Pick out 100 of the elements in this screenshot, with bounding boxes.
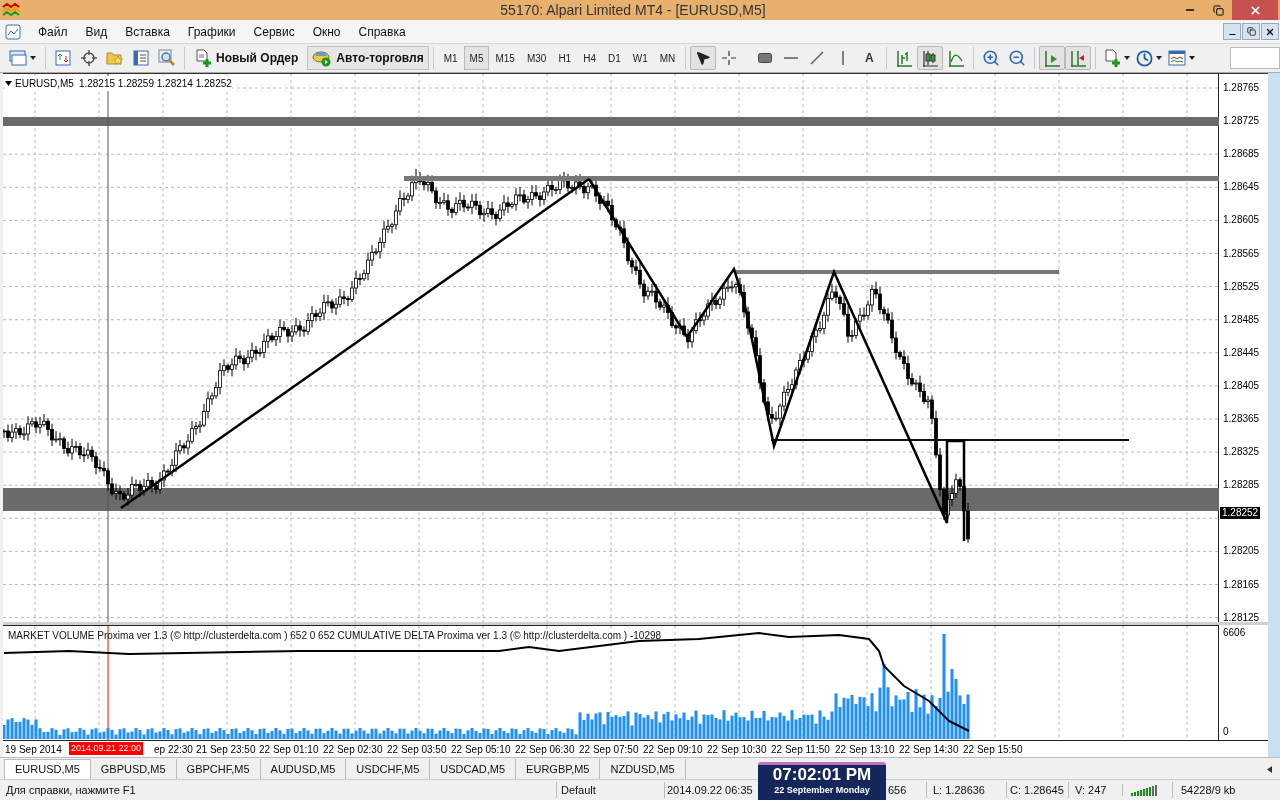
status-time: 2014.09.22 06:35 [664, 781, 754, 799]
timeframe-button[interactable]: D1 [601, 46, 627, 70]
menu-item[interactable]: Окно [303, 22, 350, 41]
time-label: 19 Sep 2014 [5, 743, 62, 757]
folder-star-icon [106, 50, 124, 66]
cursor-icon [695, 50, 712, 66]
windows-icon [9, 50, 27, 66]
close-icon [1248, 3, 1262, 17]
time-label: 22 Sep 05:10 [451, 743, 511, 757]
chart-scroll-button[interactable] [1039, 46, 1066, 70]
timeframe-button[interactable]: W1 [626, 46, 654, 70]
timeframe-button[interactable]: M30 [520, 46, 553, 70]
window-title: 55170: Alpari Limited MT4 - [EURUSD,M5] [499, 0, 766, 20]
menu-item[interactable]: Вид [76, 22, 117, 41]
drawing-tool-button[interactable] [690, 46, 717, 70]
trend-line-icon [810, 51, 825, 65]
zoom-in-icon [982, 49, 1001, 67]
menu-item[interactable]: Файл [29, 22, 77, 41]
collapse-triangle-icon [5, 81, 12, 86]
menu-item[interactable]: Справка [349, 22, 415, 41]
new-order-button[interactable]: Новый Ордер [189, 46, 304, 70]
price-label: 1.28325 [1223, 446, 1260, 459]
timeframe-button[interactable]: H1 [552, 46, 578, 70]
zoom-out-icon [1008, 49, 1027, 67]
arrows-icon [55, 50, 71, 66]
time-label: 22 Sep 15:50 [963, 743, 1023, 757]
status-close: C: 1.28645 [1006, 781, 1068, 799]
price-label: 1.28605 [1223, 214, 1260, 227]
magnifier-icon [158, 49, 176, 67]
document-plus-icon [194, 49, 212, 67]
price-label: 1.28525 [1223, 280, 1260, 293]
auto-trading-button[interactable]: Авто-торговля [307, 46, 429, 70]
line-chart-icon [948, 49, 965, 67]
status-value: 656 [887, 782, 908, 798]
indicator-scale-label: 6606 [1223, 627, 1247, 639]
price-label: 1.28445 [1223, 346, 1260, 359]
price-label: 1.28125 [1223, 611, 1260, 624]
menu-item[interactable]: Сервис [244, 22, 304, 41]
child-close-button[interactable] [1261, 23, 1279, 40]
chart-tab[interactable]: EURUSD,M5 [4, 759, 91, 779]
status-profile: Default [556, 781, 664, 799]
bar-chart-icon [896, 49, 913, 67]
caret-icon [1156, 56, 1163, 60]
price-label: 1.28725 [1223, 115, 1260, 128]
document-plus-icon [1103, 49, 1122, 67]
timeframe-button[interactable]: M5 [463, 46, 490, 70]
indicator-scale-label: 0 [1223, 726, 1230, 738]
search-field[interactable] [1230, 47, 1280, 69]
app-logo-icon [2, 2, 20, 18]
restore-icon [1246, 27, 1256, 36]
timeframe-button[interactable]: M1 [437, 46, 464, 70]
connection-bars-icon [1131, 784, 1159, 796]
cursor-time-label: 2014.09.21 22:00 [69, 742, 144, 755]
timeframe-button[interactable]: H4 [577, 46, 602, 70]
vertical-line-icon [842, 51, 845, 65]
indicator-label: MARKET VOLUME Proxima ver 1.3 (© http://clusterdelta.com ) 652 0 652 CUMULATIVE DELTA Proxima ver 1.3 (© http://clusterdelta.com ) -10298 [8, 629, 662, 643]
chart-shift-icon [1070, 49, 1087, 67]
time-label: 22 Sep 01:10 [259, 743, 319, 757]
menu-item[interactable]: Вставка [116, 22, 179, 41]
caret-icon [1189, 56, 1196, 60]
hat-play-icon [312, 49, 333, 67]
chart-scroll-button[interactable] [1065, 46, 1092, 70]
price-label: 1.28205 [1223, 545, 1260, 558]
caret-icon [1124, 56, 1131, 60]
price-label: 1.28565 [1223, 247, 1260, 260]
menu-item[interactable]: Графики [178, 22, 245, 41]
time-label: 22 Sep 11:50 [771, 743, 830, 757]
price-label: 1.28685 [1223, 148, 1260, 161]
current-price-label: 1.28252 [1220, 507, 1261, 519]
status-volume: V: 247 [1068, 781, 1122, 799]
chart-ohlc: 1.28215 1.28259 1.28214 1.28252 [78, 77, 232, 91]
caret-icon [30, 56, 36, 60]
price-label: 1.28165 [1223, 578, 1260, 591]
horizontal-line-icon [784, 57, 799, 59]
close-icon [1265, 26, 1275, 37]
price-label: 1.28765 [1223, 82, 1260, 94]
time-label: 22 Sep 10:30 [707, 743, 767, 757]
status-help: Для справки, нажмите F1 [5, 782, 137, 798]
chart-window-icon [1168, 50, 1187, 66]
price-label: 1.28645 [1223, 181, 1260, 194]
timeframe-button[interactable]: M15 [489, 46, 521, 70]
time-label: 22 Sep 02:30 [323, 743, 383, 757]
child-restore-button[interactable] [1242, 23, 1260, 40]
time-label: 22 Sep 06:30 [515, 743, 575, 757]
chart-symbol: EURUSD,M5 [15, 77, 74, 91]
child-minimize-button[interactable] [1223, 23, 1241, 40]
time-label: 22 Sep 13:10 [835, 743, 895, 757]
status-traffic: 54228/9 kb [1172, 781, 1280, 799]
time-label: 22 Sep 07:50 [579, 743, 639, 757]
restore-icon [1212, 4, 1224, 16]
time-label: 21 Sep 23:50 [196, 743, 256, 757]
list-window-icon [133, 50, 149, 66]
scroll-left-icon[interactable] [1267, 766, 1272, 773]
timeframe-button[interactable]: MN [653, 46, 682, 70]
chart-window-icon [5, 23, 21, 40]
time-label: 22 Sep 03:50 [387, 743, 447, 757]
price-label: 1.28405 [1223, 379, 1260, 392]
crosshair-icon [722, 51, 737, 65]
chart-type-button[interactable] [917, 46, 944, 70]
text-tool-button[interactable]: A [856, 46, 883, 70]
